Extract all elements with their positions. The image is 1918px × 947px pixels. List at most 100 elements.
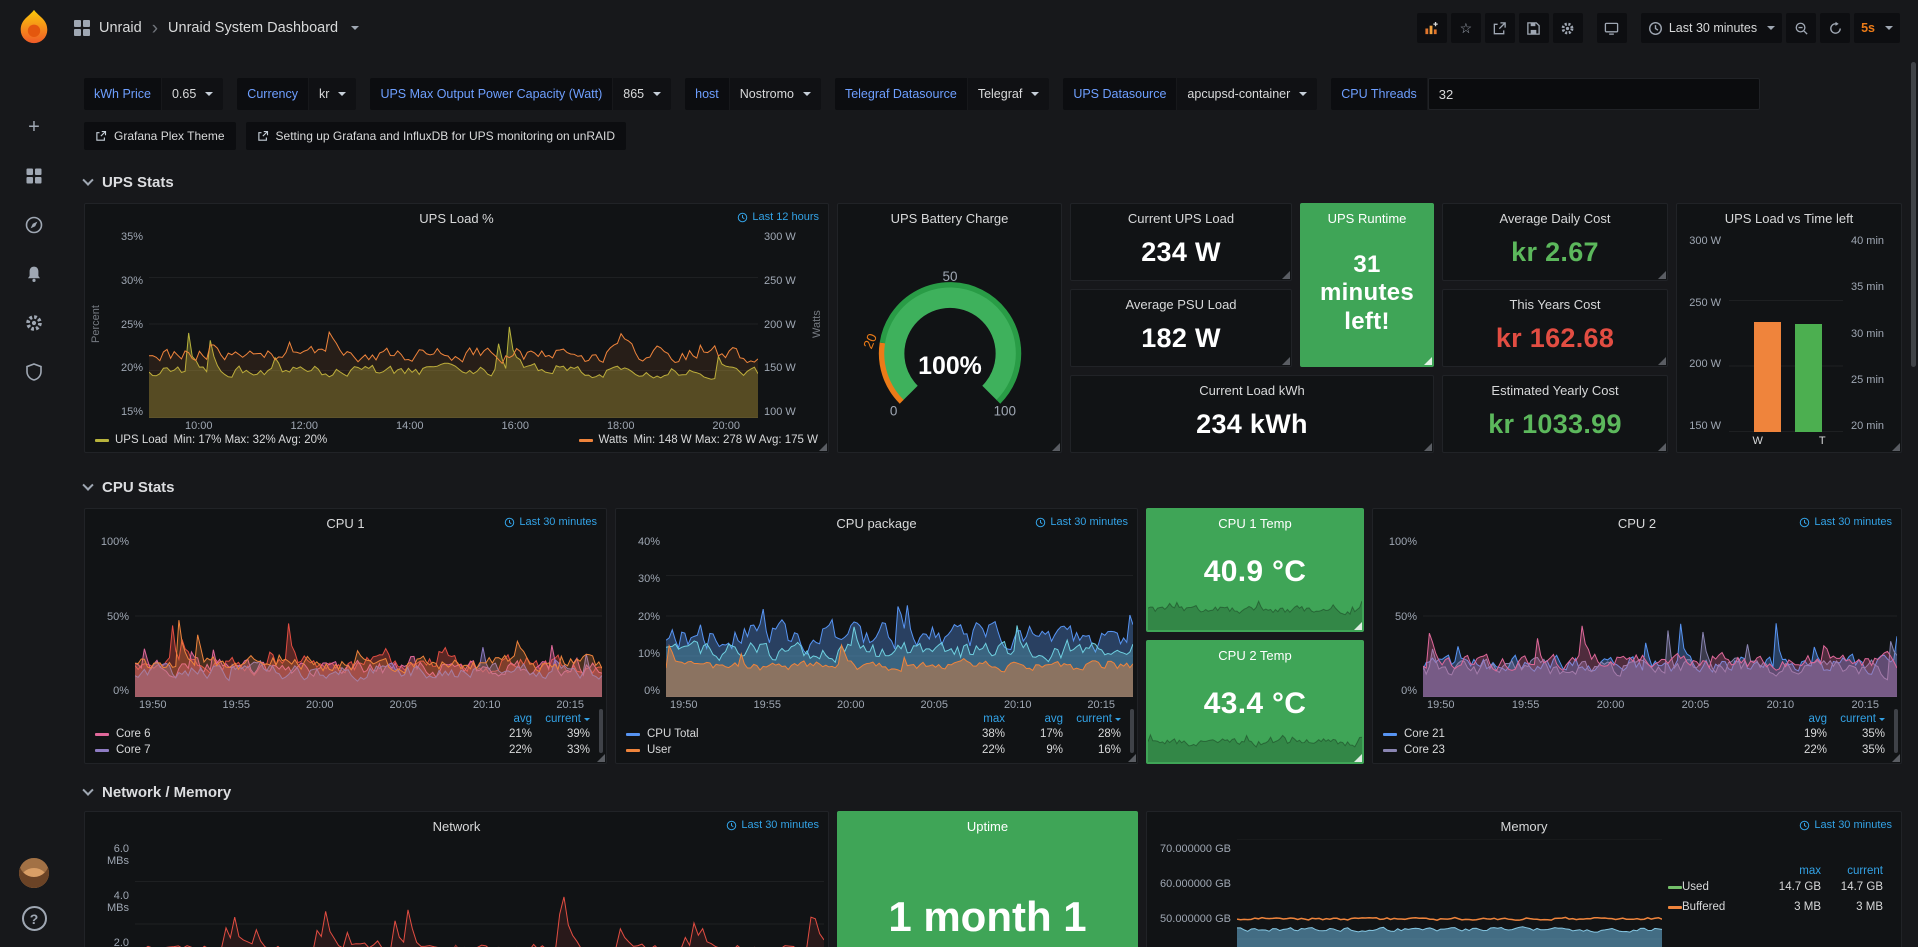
row-header-cpu-stats[interactable]: CPU Stats (84, 479, 1902, 496)
series-name[interactable]: Used (1682, 881, 1759, 893)
plot-area[interactable] (1423, 536, 1897, 697)
panel-title[interactable]: Uptime (838, 812, 1137, 837)
refresh-button[interactable] (1820, 13, 1850, 43)
series-stats: Min: 148 W Max: 278 W Avg: 175 W (634, 434, 819, 446)
panel-title[interactable]: Average PSU Load (1071, 290, 1291, 315)
clock-icon (1799, 820, 1810, 831)
bar-watts (1754, 322, 1781, 432)
row-header-network-memory[interactable]: Network / Memory (84, 784, 1902, 801)
bell-icon (24, 264, 44, 284)
legend-column-current[interactable]: current (1827, 713, 1885, 725)
cycle-view-button[interactable] (1597, 13, 1627, 43)
panel-time-range[interactable]: Last 30 minutes (1799, 819, 1892, 831)
dashboard-title[interactable]: Unraid System Dashboard (168, 20, 338, 36)
panel-title[interactable]: CPU 1 Temp (1147, 509, 1363, 534)
variable-kwh-price: kWh Price 0.65 (84, 78, 223, 110)
refresh-interval-button[interactable]: 5s (1854, 13, 1900, 43)
panel-title[interactable]: Current Load kWh (1071, 376, 1433, 401)
legend-column-current[interactable]: current (532, 713, 590, 725)
help-icon[interactable]: ? (22, 906, 47, 931)
plot-area[interactable] (135, 839, 824, 947)
legend-column-avg[interactable]: avg (474, 713, 532, 725)
panel-time-range[interactable]: Last 30 minutes (1799, 516, 1892, 528)
panel-title[interactable]: UPS Runtime (1301, 204, 1433, 229)
share-button[interactable] (1485, 13, 1515, 43)
create-icon[interactable]: + (23, 116, 45, 138)
variable-value-dropdown[interactable]: Telegraf (968, 78, 1049, 110)
add-panel-button[interactable] (1417, 13, 1447, 43)
series-name[interactable]: CPU Total (647, 728, 947, 740)
dashboards-icon[interactable] (23, 165, 45, 187)
series-avg: 19% (1769, 728, 1827, 740)
series-name[interactable]: Core 21 (1404, 728, 1769, 740)
series-name[interactable]: User (647, 744, 947, 756)
legend-column-current[interactable]: current (1063, 713, 1121, 725)
configuration-gear-icon[interactable] (23, 312, 45, 334)
panel-title[interactable]: UPS Load vs Time left (1677, 204, 1901, 229)
panel-time-range[interactable]: Last 30 minutes (1035, 516, 1128, 528)
dashboard-settings-button[interactable] (1553, 13, 1583, 43)
panel-time-label: Last 12 hours (752, 211, 819, 223)
panel-title[interactable]: CPU 2 Temp (1147, 641, 1363, 666)
panel-title[interactable]: UPS Battery Charge (838, 204, 1061, 229)
save-button[interactable] (1519, 13, 1549, 43)
panel-title[interactable]: Current UPS Load (1071, 204, 1291, 229)
star-button[interactable]: ☆ (1451, 13, 1481, 43)
link-ups-monitoring-guide[interactable]: Setting up Grafana and InfluxDB for UPS … (246, 122, 627, 150)
cpu-threads-input[interactable]: 32 (1428, 78, 1760, 110)
x-tick: 20:15 (1851, 699, 1879, 711)
legend-column-max[interactable]: max (947, 713, 1005, 725)
series-marker (1668, 906, 1682, 909)
row-header-ups-stats[interactable]: UPS Stats (84, 174, 1902, 191)
stat-value: kr 2.67 (1443, 229, 1667, 280)
plot-area[interactable] (1237, 839, 1662, 947)
stat-value: 234 kWh (1071, 401, 1433, 452)
legend-scrollbar[interactable] (1130, 709, 1134, 753)
panel-title[interactable]: UPS Load % (85, 204, 828, 229)
legend-scrollbar[interactable] (599, 709, 603, 753)
plot-area[interactable] (1729, 235, 1843, 432)
panel-time-range[interactable]: Last 12 hours (737, 211, 819, 223)
grafana-logo[interactable] (15, 8, 53, 46)
breadcrumb-app[interactable]: Unraid (99, 20, 142, 36)
variable-value-dropdown[interactable]: kr (309, 78, 356, 110)
plot-area[interactable] (135, 536, 602, 697)
legend-row-core23: Core 23 22% 35% (1383, 742, 1885, 758)
panel-title[interactable]: Memory (1147, 812, 1901, 837)
chevron-down-icon[interactable] (351, 26, 359, 34)
legend-column-avg[interactable]: avg (1005, 713, 1063, 725)
legend-column-avg[interactable]: avg (1769, 713, 1827, 725)
panel-title[interactable]: Average Daily Cost (1443, 204, 1667, 229)
series-name[interactable]: Buffered (1682, 901, 1759, 913)
series-name[interactable]: Core 23 (1404, 744, 1769, 756)
legend-scrollbar[interactable] (1894, 709, 1898, 753)
panel-title[interactable]: This Years Cost (1443, 290, 1667, 315)
plot-area[interactable] (149, 231, 758, 418)
variable-value-dropdown[interactable]: apcupsd-container (1177, 78, 1317, 110)
plot-area[interactable] (666, 536, 1133, 697)
panel-time-range[interactable]: Last 30 minutes (504, 516, 597, 528)
variable-value-dropdown[interactable]: 0.65 (162, 78, 223, 110)
panel-time-range[interactable]: Last 30 minutes (726, 819, 819, 831)
panel-title[interactable]: Network (85, 812, 828, 837)
zoom-out-button[interactable] (1786, 13, 1816, 43)
series-name[interactable]: Core 6 (116, 728, 474, 740)
series-name[interactable]: Core 7 (116, 744, 474, 756)
page-scrollbar[interactable] (1911, 62, 1916, 367)
variable-label: CPU Threads (1331, 78, 1427, 110)
alerting-bell-icon[interactable] (23, 263, 45, 285)
server-admin-shield-icon[interactable] (23, 361, 45, 383)
legend-series-watts[interactable]: Watts Min: 148 W Max: 278 W Avg: 175 W (579, 434, 818, 446)
legend-column-max[interactable]: max (1759, 865, 1821, 877)
user-avatar[interactable] (19, 858, 49, 888)
explore-compass-icon[interactable] (23, 214, 45, 236)
legend-series-ups-load[interactable]: UPS Load Min: 17% Max: 32% Avg: 20% (95, 434, 327, 446)
legend-column-current[interactable]: current (1821, 865, 1883, 877)
variable-value-dropdown[interactable]: 865 (613, 78, 671, 110)
link-grafana-plex-theme[interactable]: Grafana Plex Theme (84, 122, 236, 150)
apps-grid-icon[interactable] (74, 20, 90, 36)
variable-value-dropdown[interactable]: Nostromo (730, 78, 821, 110)
variable-ups-datasource: UPS Datasource apcupsd-container (1063, 78, 1317, 110)
time-range-button[interactable]: Last 30 minutes (1641, 13, 1782, 43)
panel-title[interactable]: Estimated Yearly Cost (1443, 376, 1667, 401)
